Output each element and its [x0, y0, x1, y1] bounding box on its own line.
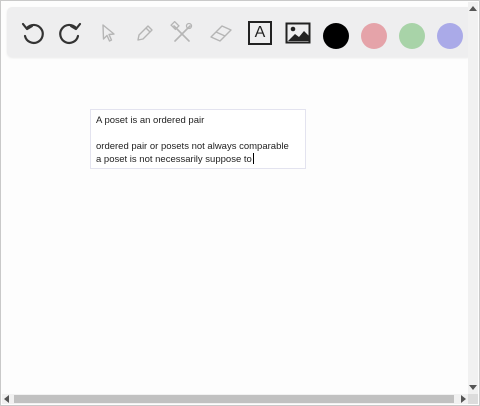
image-icon [285, 22, 311, 44]
pen-button[interactable] [131, 19, 159, 47]
color-green-swatch[interactable] [399, 23, 425, 49]
scroll-right-arrow-icon[interactable] [461, 395, 466, 403]
select-button[interactable] [95, 19, 123, 47]
vertical-scrollbar[interactable] [468, 2, 478, 394]
shapes-tools-button[interactable] [168, 19, 196, 47]
text-box[interactable]: A poset is an ordered pair ordered pair … [90, 109, 306, 169]
color-purple-swatch[interactable] [437, 23, 463, 49]
text-line-2: ordered pair or posets not always compar… [96, 141, 289, 152]
image-button[interactable] [284, 19, 312, 47]
select-pointer-icon [102, 24, 115, 42]
color-pink-swatch[interactable] [361, 23, 387, 49]
undo-icon [21, 22, 44, 45]
scroll-down-arrow-icon[interactable] [469, 385, 477, 390]
eraser-button[interactable] [207, 19, 235, 47]
text-icon: A [248, 21, 272, 45]
scroll-up-arrow-icon[interactable] [469, 6, 477, 11]
redo-icon [59, 22, 82, 45]
toolbar: A [7, 7, 472, 57]
text-tool-button[interactable]: A [246, 19, 274, 47]
undo-button[interactable] [19, 19, 47, 47]
horizontal-scroll-thumb[interactable] [14, 395, 454, 403]
redo-button[interactable] [56, 19, 84, 47]
color-black-swatch[interactable] [323, 23, 349, 49]
text-tool-glyph: A [254, 24, 266, 41]
text-line-3: a poset is not necessarily suppose to [96, 153, 254, 165]
horizontal-scrollbar[interactable] [2, 394, 468, 404]
scrollbar-corner [468, 394, 478, 404]
text-caret [252, 153, 254, 164]
eraser-icon [210, 25, 232, 42]
drawing-canvas[interactable]: A poset is an ordered pair ordered pair … [2, 63, 469, 393]
scroll-left-arrow-icon[interactable] [4, 395, 9, 403]
pen-icon [137, 25, 153, 41]
whiteboard-window: A A poset is an ordered pair ordered pai… [0, 0, 480, 406]
tools-icon [170, 21, 193, 42]
text-line-1: A poset is an ordered pair [96, 115, 205, 126]
